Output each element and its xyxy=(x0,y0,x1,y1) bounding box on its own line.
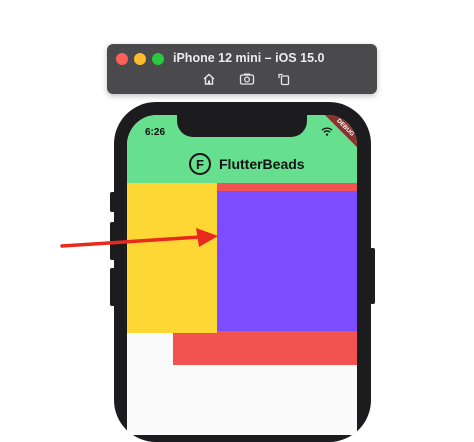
purple-box xyxy=(217,191,357,331)
logo-letter: F xyxy=(196,156,204,172)
app-brand: F FlutterBeads xyxy=(189,153,305,175)
flutterbeads-logo-icon: F xyxy=(189,153,211,175)
window-minimize-button[interactable] xyxy=(134,53,146,65)
annotation-arrow-icon xyxy=(60,228,218,248)
phone-power-button xyxy=(370,248,375,304)
rotate-button[interactable] xyxy=(275,70,293,88)
simulator-toolbar: iPhone 12 mini – iOS 15.0 xyxy=(107,44,377,94)
yellow-box xyxy=(127,183,217,333)
phone-volume-down-button xyxy=(110,268,115,306)
phone-silent-switch xyxy=(110,192,115,212)
window-close-button[interactable] xyxy=(116,53,128,65)
rotate-icon xyxy=(278,73,290,86)
home-icon xyxy=(203,73,215,85)
status-time: 6:26 xyxy=(145,127,166,138)
phone-screen: 6:26 F FlutterBeads DEBUG xyxy=(127,115,357,435)
wifi-icon xyxy=(321,127,333,136)
screenshot-icon xyxy=(239,73,255,85)
phone-notch xyxy=(177,115,307,137)
simulator-title: iPhone 12 mini – iOS 15.0 xyxy=(173,51,325,65)
home-button[interactable] xyxy=(200,70,218,88)
window-zoom-button[interactable] xyxy=(152,53,164,65)
screenshot-button[interactable] xyxy=(238,70,256,88)
app-title: FlutterBeads xyxy=(219,156,305,172)
